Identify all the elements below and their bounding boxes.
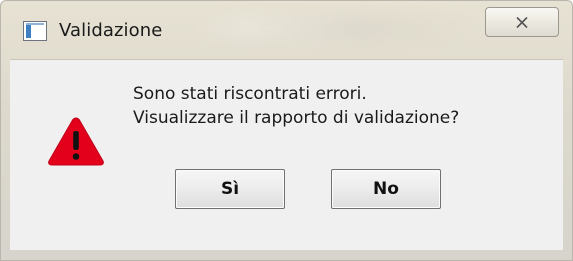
- title-bar-background: [191, 15, 471, 41]
- window-title: Validazione: [59, 20, 163, 41]
- app-window-icon: [23, 21, 47, 41]
- warning-icon: [48, 117, 104, 166]
- close-button[interactable]: [485, 7, 559, 37]
- message-line-1: Sono stati riscontrati errori.: [133, 84, 367, 104]
- dialog-window: Validazione Sono stati riscontrati error…: [0, 0, 573, 261]
- title-bar[interactable]: Validazione: [1, 1, 572, 59]
- message-line-2: Visualizzare il rapporto di validazione?: [133, 108, 460, 128]
- yes-button[interactable]: Sì: [175, 169, 285, 209]
- no-button[interactable]: No: [331, 169, 441, 209]
- dialog-content: Sono stati riscontrati errori. Visualizz…: [10, 59, 563, 250]
- close-icon: [516, 16, 528, 29]
